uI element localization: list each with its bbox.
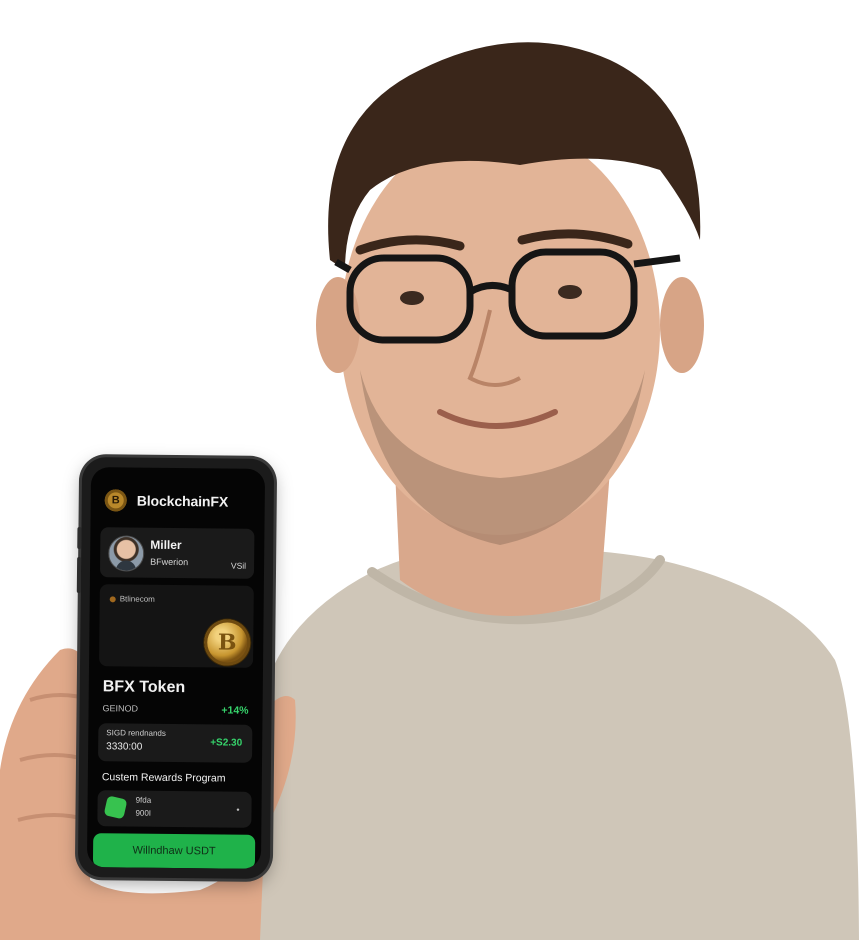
withdraw-usdt-button[interactable]: Willndhaw USDT — [92, 833, 256, 869]
profile-name: Miller — [150, 537, 182, 553]
profile-tag: VSil — [230, 560, 247, 571]
coin-dot-icon — [109, 595, 116, 602]
rewards-change: +S2.30 — [210, 737, 243, 749]
phone-volume-button — [76, 556, 82, 593]
program-line-1: 9fda — [135, 795, 152, 805]
phone-screen: B BlockchainFX Miller BFwerion VSil Btli… — [86, 467, 266, 869]
coin-card-label-row: Btlinecom — [109, 594, 155, 604]
coin-logo-icon: B — [104, 489, 127, 512]
coin-card[interactable]: Btlinecom B — [99, 584, 254, 668]
coin-card-label: Btlinecom — [119, 594, 155, 604]
program-title: Custem Rewards Program — [101, 771, 226, 785]
program-card[interactable]: 9fda 900I • — [97, 790, 252, 828]
bitcoin-coin-icon: B — [204, 619, 251, 666]
profile-subtitle: BFwerion — [150, 556, 189, 568]
rewards-card[interactable]: SIGD rendnands 3330:00 +S2.30 — [98, 723, 253, 763]
program-gem-icon — [103, 795, 128, 820]
app-header: B BlockchainFX — [104, 489, 229, 512]
program-more-icon[interactable]: • — [236, 805, 239, 815]
smartphone: B BlockchainFX Miller BFwerion VSil Btli… — [76, 457, 275, 879]
rewards-value: 3330:00 — [106, 741, 143, 753]
token-name: BFX Token — [102, 678, 186, 697]
program-line-2: 900I — [135, 808, 152, 818]
profile-card[interactable]: Miller BFwerion VSil — [99, 527, 255, 579]
app-title: BlockchainFX — [136, 492, 229, 510]
rewards-label: SIGD rendnands — [106, 728, 166, 738]
face — [340, 125, 660, 535]
token-change: +14% — [221, 704, 249, 717]
phone-side-button — [77, 526, 82, 550]
token-subtitle: GEINOD — [102, 703, 139, 714]
avatar — [108, 535, 145, 572]
